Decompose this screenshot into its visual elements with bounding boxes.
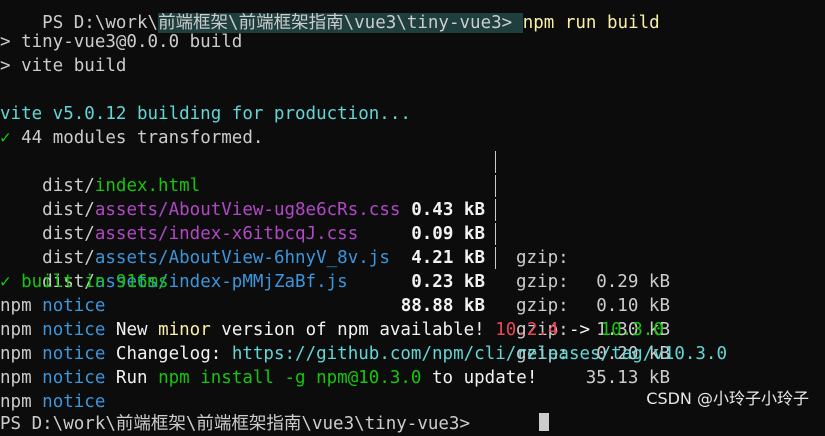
gzip-label: gzip: (516, 272, 569, 292)
notice-label: notice (42, 392, 106, 412)
new-version: 10.3.0 (600, 320, 664, 340)
previous-prompt-line: PS D:\work\前端框架\前端框架指南\vue3\tiny-vue3> n… (0, 0, 660, 33)
transformed-text: 44 modules transformed. (10, 128, 264, 148)
npm-notice-run: npm notice Run npm install -g npm@10.3.0… (0, 366, 537, 390)
file-row: dist/assets/index-pMMjZaBf.js 88.88 kB g… (0, 246, 825, 388)
watermark: CSDN @小玲子小玲子 (646, 389, 809, 408)
gzip-size: 0.10 kB (596, 296, 670, 316)
notice-label: notice (42, 296, 106, 316)
vite-building-line: vite v5.0.12 building for production... (0, 104, 411, 124)
current-prompt-line[interactable]: PS D:\work\前端框架\前端框架指南\vue3\tiny-vue3> (0, 412, 481, 436)
notice-text: version of npm available! (210, 320, 496, 340)
notice-text: Run (105, 368, 159, 388)
arrow-text: -> (558, 320, 601, 340)
file-row: dist/assets/AboutView-6hnyV_8v.js 0.23 k… (0, 222, 825, 364)
file-size: 88.88 kB (400, 296, 485, 316)
changelog-link[interactable]: https://github.com/npm/cli/releases/tag/… (232, 344, 727, 364)
file-row: dist/assets/index-x6itbcqJ.css 4.21 kB g… (0, 198, 825, 340)
npm-label: npm (0, 320, 32, 340)
built-line: ✓ built in 916ms (0, 270, 169, 294)
gzip-size: 0.29 kB (596, 272, 670, 292)
prompt-command: npm run build (522, 13, 660, 33)
notice-label: notice (42, 344, 106, 364)
npm-notice-line: npm notice (0, 294, 105, 318)
built-text: built in 916ms (10, 272, 169, 292)
script-line-vite: > vite build (0, 56, 127, 76)
script-line-build: > tiny-vue3@0.0.0 build (0, 32, 243, 52)
check-icon: ✓ (0, 128, 11, 148)
install-command: npm install -g npm@10.3.0 (158, 368, 422, 388)
file-row: dist/index.html 0.43 kB gzip: 0.29 kB (0, 150, 825, 292)
notice-text: New (105, 320, 159, 340)
column-separator (495, 151, 506, 173)
notice-label: notice (42, 320, 106, 340)
column-separator (495, 223, 506, 245)
npm-notice-changelog: npm notice Changelog: https://github.com… (0, 342, 727, 366)
current-version: 10.2.4 (495, 320, 559, 340)
npm-label: npm (0, 392, 32, 412)
check-icon: ✓ (0, 272, 11, 292)
npm-label: npm (0, 368, 32, 388)
file-row: dist/assets/AboutView-ug8e6cRs.css 0.09 … (0, 174, 825, 316)
notice-text: to update! (421, 368, 538, 388)
column-separator (495, 247, 506, 269)
terminal-window[interactable]: PS D:\work\前端框架\前端框架指南\vue3\tiny-vue3> n… (0, 0, 825, 434)
column-separator (495, 175, 506, 197)
minor-label: minor (158, 320, 211, 340)
npm-label: npm (0, 296, 32, 316)
transformed-line: ✓ 44 modules transformed. (0, 126, 263, 150)
npm-label: npm (0, 344, 32, 364)
text-cursor (539, 413, 549, 431)
npm-notice-new-version: npm notice New minor version of npm avai… (0, 318, 664, 342)
notice-label: notice (42, 368, 106, 388)
npm-notice-line: npm notice (0, 390, 105, 414)
file-size: 0.23 kB (411, 272, 485, 292)
changelog-label: Changelog: (105, 344, 232, 364)
column-separator (495, 199, 506, 221)
gzip-label: gzip: (516, 296, 569, 316)
